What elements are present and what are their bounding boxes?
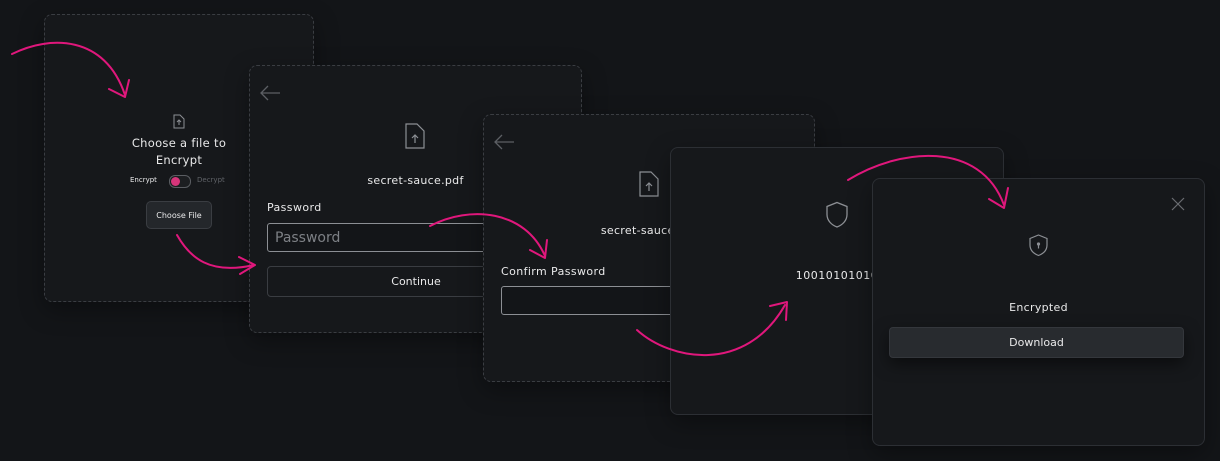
shield-lock-icon bbox=[1029, 234, 1048, 257]
encrypted-status: Encrypted bbox=[1009, 301, 1068, 314]
encrypt-decrypt-toggle[interactable] bbox=[169, 175, 191, 188]
toggle-knob bbox=[171, 177, 180, 186]
choose-file-title: Choose a file to Encrypt bbox=[131, 136, 227, 167]
password-input[interactable]: Password bbox=[267, 223, 497, 252]
password-placeholder: Password bbox=[275, 229, 341, 246]
back-arrow-icon[interactable] bbox=[493, 133, 515, 151]
download-button-label: Download bbox=[1009, 336, 1064, 349]
file-upload-icon bbox=[173, 114, 185, 129]
download-button[interactable]: Download bbox=[889, 327, 1184, 358]
continue-button-label: Continue bbox=[391, 275, 441, 288]
file-upload-icon bbox=[639, 171, 659, 197]
encrypted-card: Encrypted Download bbox=[872, 178, 1205, 446]
password-label: Password bbox=[267, 201, 322, 214]
back-arrow-icon[interactable] bbox=[259, 84, 281, 102]
choose-file-button[interactable]: Choose File bbox=[146, 201, 212, 229]
shield-icon bbox=[825, 201, 849, 229]
choose-file-button-label: Choose File bbox=[156, 210, 202, 220]
confirm-password-label: Confirm Password bbox=[501, 265, 606, 278]
file-upload-icon bbox=[405, 123, 425, 149]
decrypt-label: Decrypt bbox=[197, 176, 225, 184]
encrypt-label: Encrypt bbox=[130, 176, 157, 184]
close-icon[interactable] bbox=[1171, 197, 1185, 211]
